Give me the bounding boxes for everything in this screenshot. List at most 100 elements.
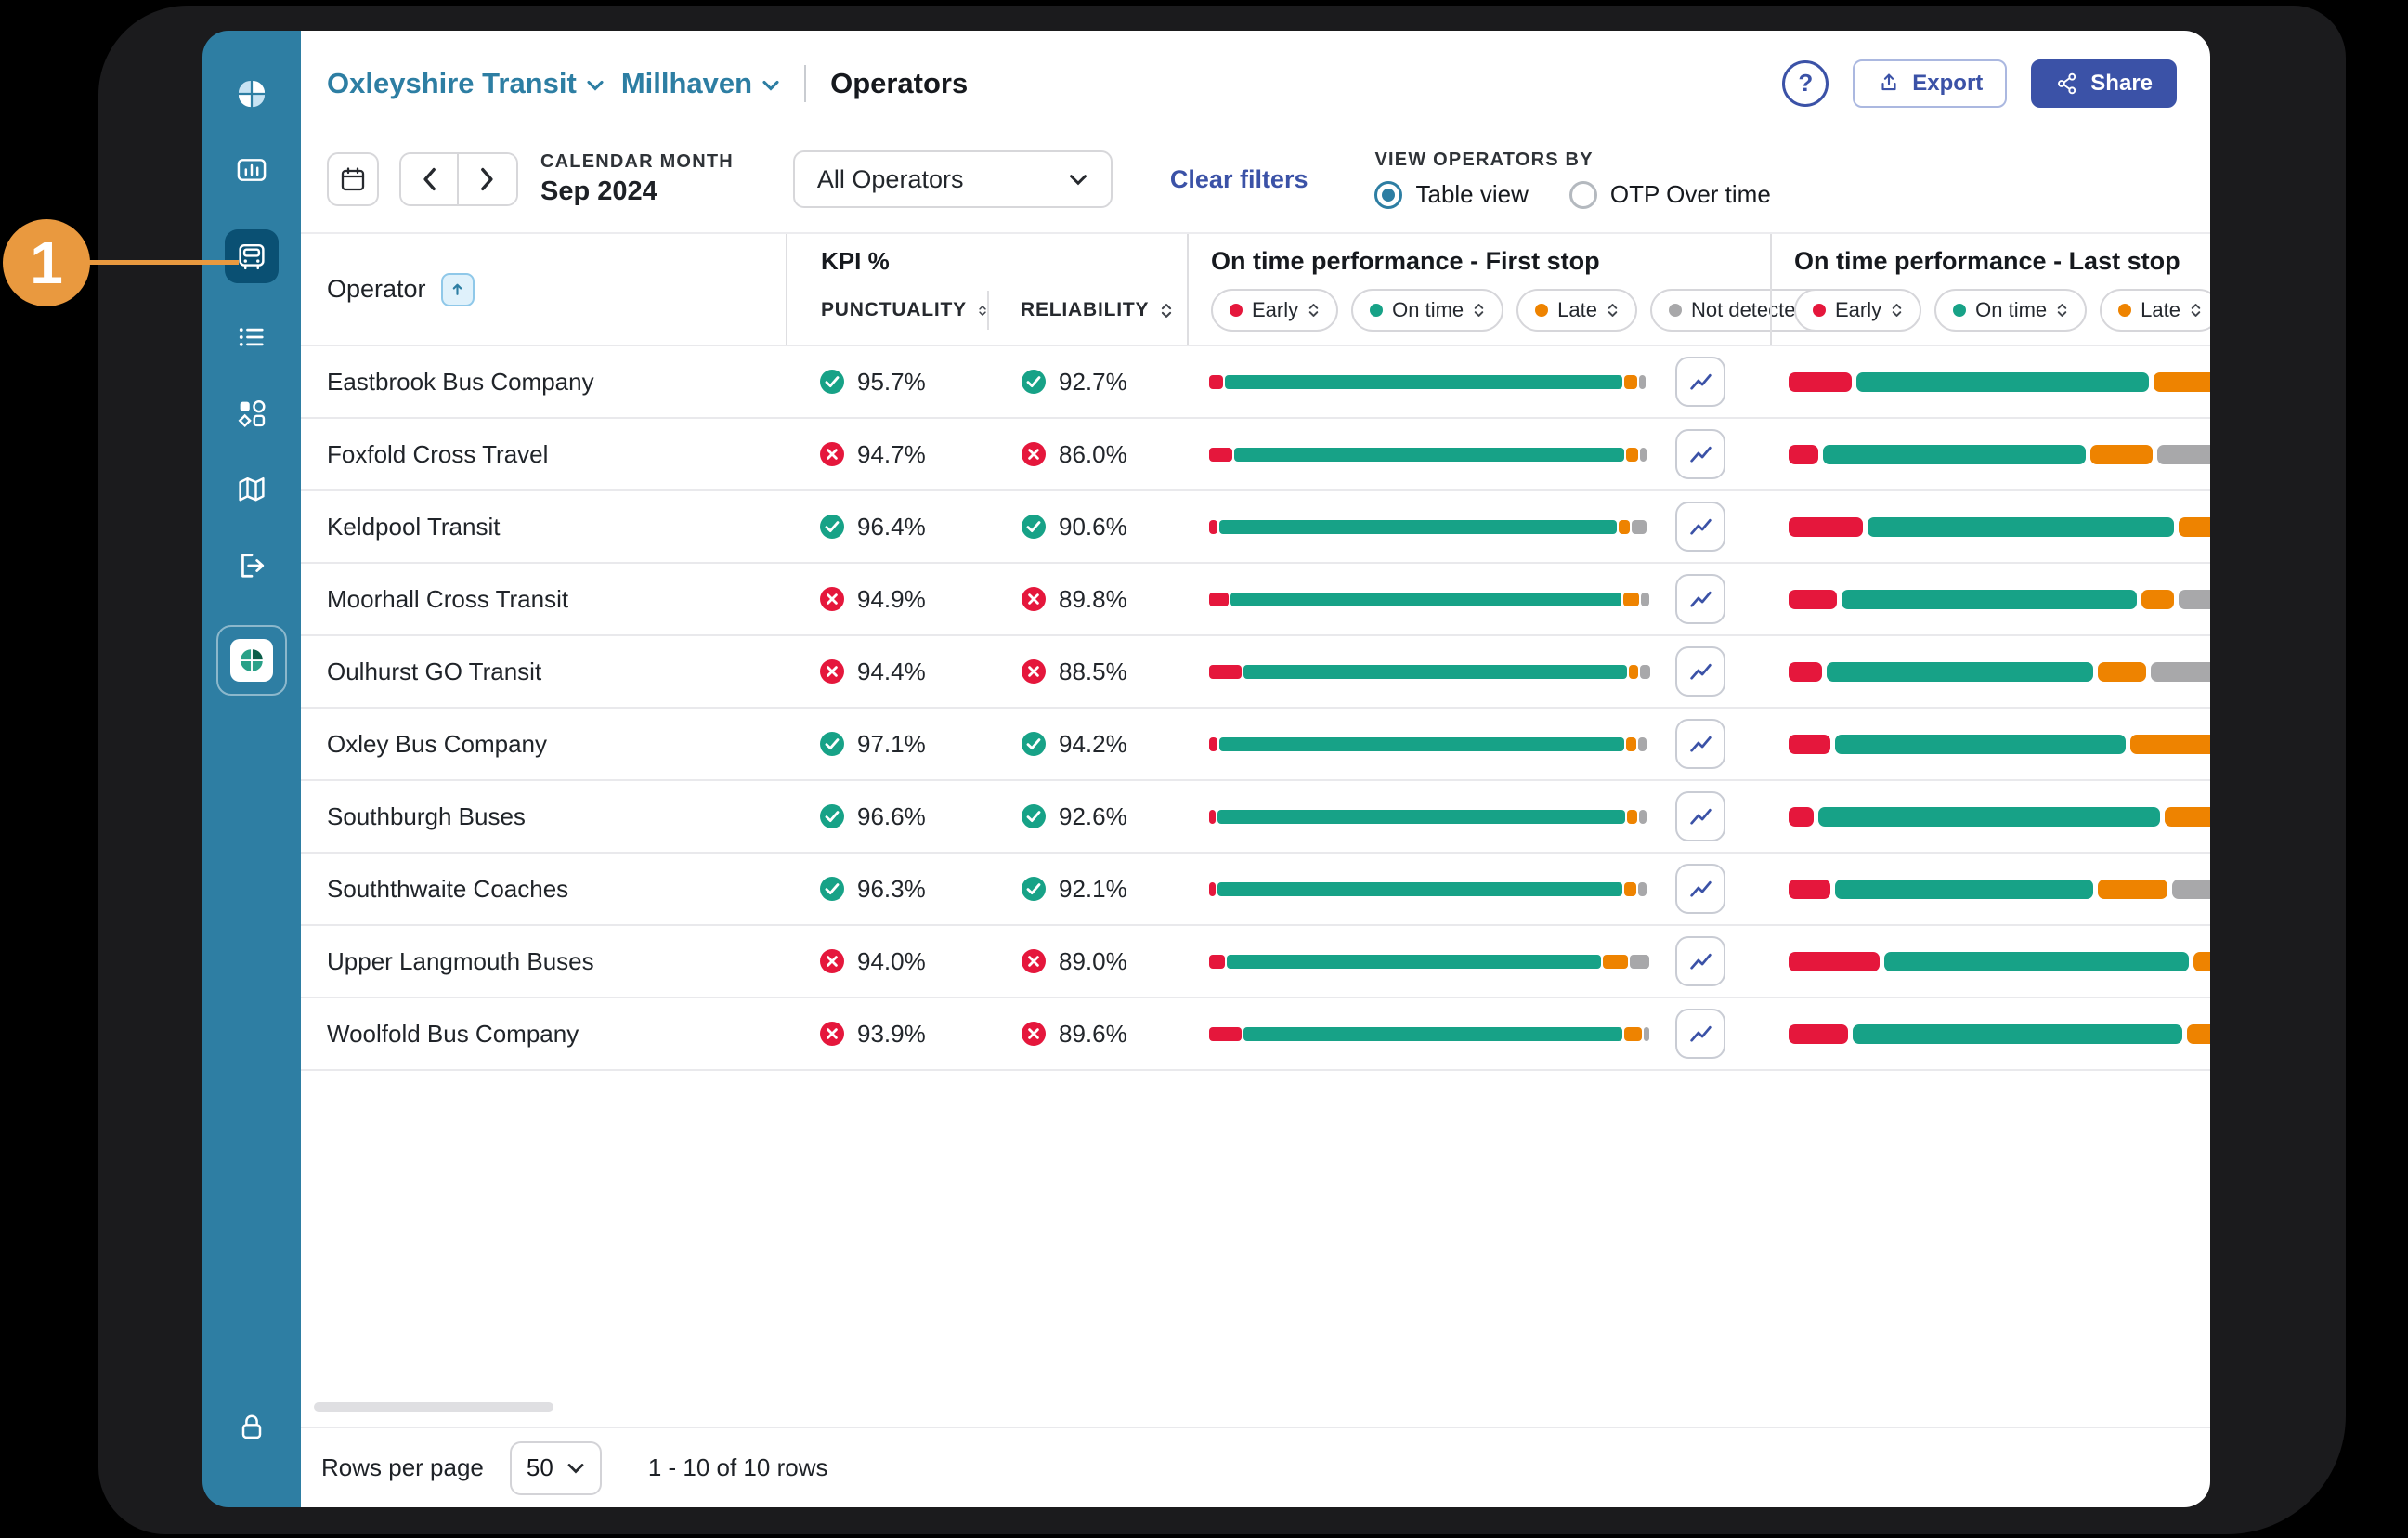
late-segment: [1624, 882, 1636, 896]
early-dot-icon: [1230, 304, 1243, 317]
breadcrumb-region[interactable]: Millhaven: [621, 67, 780, 100]
reliability-value: 89.0%: [1059, 947, 1127, 976]
filters-toolbar: CALENDAR MONTH Sep 2024 All Operators Cl…: [301, 126, 2210, 234]
fail-x-icon: [1021, 948, 1047, 974]
export-icon: [1877, 72, 1901, 96]
trend-chart-button[interactable]: [1675, 429, 1725, 479]
operator-name: Oulhurst GO Transit: [327, 658, 786, 686]
radio-table-view[interactable]: Table view: [1374, 180, 1528, 209]
calendar-button[interactable]: [327, 152, 379, 206]
breadcrumb-region-label: Millhaven: [621, 67, 752, 100]
last-stop-cell: [1770, 735, 2210, 754]
trend-chart-button[interactable]: [1675, 502, 1725, 552]
early-segment: [1209, 955, 1225, 969]
table-row[interactable]: Oxley Bus Company97.1%94.2%: [301, 709, 2210, 781]
callout-badge: 1: [3, 219, 90, 306]
punctuality-value-cell: 94.7%: [786, 440, 987, 469]
operator-name: Foxfold Cross Travel: [327, 440, 786, 469]
trend-chart-button[interactable]: [1675, 936, 1725, 986]
early-segment: [1209, 593, 1229, 606]
trend-chart-button[interactable]: [1675, 574, 1725, 624]
trend-line-icon: [1688, 443, 1713, 466]
sidebar-item-partner-app[interactable]: [216, 625, 287, 696]
lock-icon[interactable]: [235, 1410, 268, 1448]
punctuality-sort[interactable]: PUNCTUALITY: [787, 299, 987, 321]
table-row[interactable]: Eastbrook Bus Company95.7%92.7%: [301, 346, 2210, 419]
legend-pill-early[interactable]: Early: [1794, 289, 1921, 332]
table-row[interactable]: Southburgh Buses96.6%92.6%: [301, 781, 2210, 854]
last-stop-otp-bar: [1789, 1024, 2210, 1044]
last-stop-cell: [1770, 1024, 2210, 1044]
first-stop-header-label: On time performance - First stop: [1211, 247, 1770, 276]
calendar-icon: [338, 164, 368, 194]
export-label: Export: [1912, 71, 1983, 97]
first-stop-otp-bar: [1209, 737, 1646, 751]
trend-chart-button[interactable]: [1675, 864, 1725, 914]
sidebar-item-operators[interactable]: [225, 229, 279, 283]
trend-chart-button[interactable]: [1675, 1009, 1725, 1059]
last-stop-header-label: On time performance - Last stop: [1794, 247, 2210, 276]
table-row[interactable]: Keldpool Transit96.4%90.6%: [301, 491, 2210, 564]
legend-pill-early[interactable]: Early: [1211, 289, 1338, 332]
trend-chart-button[interactable]: [1675, 791, 1725, 841]
sort-icon: [1473, 302, 1485, 319]
trend-line-icon: [1688, 805, 1713, 828]
trend-chart-button[interactable]: [1675, 646, 1725, 697]
first-stop-otp-bar: [1209, 448, 1646, 462]
table-row[interactable]: Woolfold Bus Company93.9%89.6%: [301, 998, 2210, 1071]
help-button[interactable]: ?: [1782, 60, 1829, 107]
sidebar-item-list[interactable]: [235, 320, 268, 354]
legend-label: Late: [1557, 298, 1597, 322]
rows-per-page-select[interactable]: 50: [510, 1441, 602, 1495]
legend-pill-late[interactable]: Late: [2100, 289, 2210, 332]
export-button[interactable]: Export: [1853, 59, 2007, 108]
table-row[interactable]: Oulhurst GO Transit94.4%88.5%: [301, 636, 2210, 709]
fail-x-icon: [819, 1021, 845, 1047]
early-segment: [1789, 735, 1830, 754]
radio-otp-over-time[interactable]: OTP Over time: [1569, 180, 1771, 209]
reliability-sort[interactable]: RELIABILITY: [987, 291, 1187, 331]
first-stop-otp-bar: [1209, 520, 1646, 534]
table-row[interactable]: Moorhall Cross Transit94.9%89.8%: [301, 564, 2210, 636]
first-stop-otp-bar: [1209, 593, 1646, 606]
not_detected-segment: [1640, 448, 1647, 462]
operator-filter-select[interactable]: All Operators: [793, 150, 1113, 208]
sort-ascending-button[interactable]: [441, 273, 475, 306]
legend-pill-on_time[interactable]: On time: [1934, 289, 2087, 332]
arrow-up-icon: [449, 281, 465, 297]
trend-chart-button[interactable]: [1675, 357, 1725, 407]
kpi-column-group: KPI % PUNCTUALITY RELIABILITY: [786, 234, 1187, 345]
on_time-segment: [1842, 590, 2137, 609]
first-stop-cell: [1187, 1009, 1770, 1059]
chevron-left-icon: [421, 167, 437, 191]
view-by-label: VIEW OPERATORS BY: [1374, 150, 1770, 171]
previous-month-button[interactable]: [401, 154, 459, 204]
reliability-value: 90.6%: [1059, 513, 1127, 541]
table-row[interactable]: Upper Langmouth Buses94.0%89.0%: [301, 926, 2210, 998]
reliability-value-cell: 88.5%: [987, 658, 1187, 686]
late-segment: [2130, 735, 2210, 754]
legend-pill-on_time[interactable]: On time: [1351, 289, 1503, 332]
table-row[interactable]: Foxfold Cross Travel94.7%86.0%: [301, 419, 2210, 491]
late-segment: [2179, 517, 2210, 537]
trend-chart-button[interactable]: [1675, 719, 1725, 769]
reliability-value-cell: 86.0%: [987, 440, 1187, 469]
pass-check-icon: [819, 514, 845, 540]
logo-pinwheel-icon: [235, 77, 268, 111]
table-body: Eastbrook Bus Company95.7%92.7%Foxfold C…: [301, 346, 2210, 1071]
sidebar-item-logout[interactable]: [235, 549, 268, 582]
sidebar-item-categories[interactable]: [235, 397, 268, 430]
early-segment: [1209, 375, 1223, 389]
sidebar-item-map[interactable]: [235, 473, 268, 506]
partner-app-icon: [230, 639, 273, 682]
share-button[interactable]: Share: [2031, 59, 2177, 108]
last-stop-column-header: On time performance - Last stop Early On …: [1770, 234, 2210, 345]
sidebar-item-analytics[interactable]: [235, 153, 268, 187]
clear-filters-link[interactable]: Clear filters: [1170, 165, 1308, 194]
sort-icon: [2056, 302, 2068, 319]
next-month-button[interactable]: [459, 154, 516, 204]
horizontal-scrollbar[interactable]: [314, 1402, 553, 1412]
breadcrumb-network[interactable]: Oxleyshire Transit: [327, 67, 605, 100]
legend-pill-late[interactable]: Late: [1516, 289, 1637, 332]
table-row[interactable]: Souththwaite Coaches96.3%92.1%: [301, 854, 2210, 926]
